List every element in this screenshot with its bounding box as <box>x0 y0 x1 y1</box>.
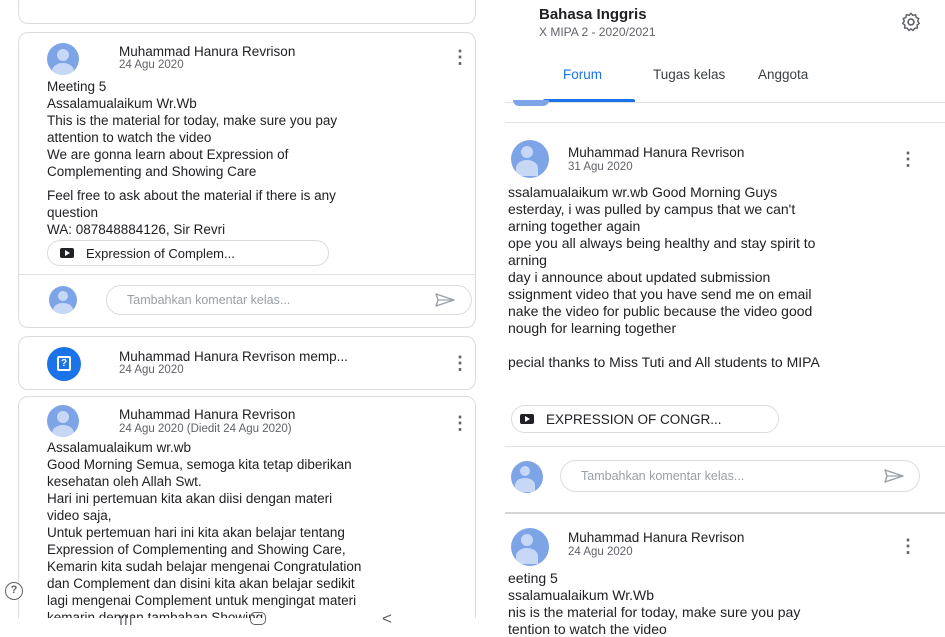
post-text-line: Feel free to ask about the material if t… <box>47 188 336 203</box>
banner-edge <box>513 100 549 106</box>
youtube-icon <box>60 248 74 258</box>
post-text-line: Complementing and Showing Care <box>47 164 257 179</box>
kebab-menu-icon[interactable]: ⋮ <box>451 414 469 432</box>
home-button[interactable] <box>250 612 266 625</box>
post-text-line: Hari ini pertemuan kita akan diisi denga… <box>47 491 333 506</box>
attachment-chip[interactable]: Expression of Complem... <box>47 240 329 266</box>
post-text-line: Untuk pertemuan hari ini kita akan belaj… <box>47 525 345 540</box>
kebab-menu-icon[interactable]: ⋮ <box>899 537 917 555</box>
post-text-line: nake the video for public because the vi… <box>508 303 813 319</box>
post-text-line: arning together again <box>508 218 641 234</box>
post-text-line: WA: 087848884126, Sir Revri <box>47 222 226 237</box>
post-text-line: esterday, i was pulled by campus that we… <box>508 201 796 217</box>
back-button[interactable]: < <box>382 609 392 629</box>
post-text-line: arning <box>508 252 547 268</box>
post-text-line: Assalamualaikum wr.wb <box>47 440 192 455</box>
post-date: 24 Agu 2020 (Diedit 24 Agu 2020) <box>119 423 292 435</box>
send-icon[interactable] <box>884 469 904 483</box>
comment-input[interactable]: Tambahkan komentar kelas... <box>106 285 472 315</box>
comment-placeholder: Tambahkan komentar kelas... <box>581 469 745 483</box>
system-navigation-bar: III < <box>0 609 490 637</box>
settings-icon[interactable] <box>900 11 922 33</box>
post-date: 24 Agu 2020 <box>119 59 184 71</box>
avatar <box>49 286 77 314</box>
comment-placeholder: Tambahkan komentar kelas... <box>127 293 291 307</box>
post-author: Muhammad Hanura Revrison <box>568 145 745 160</box>
post-author: Muhammad Hanura Revrison <box>568 530 745 545</box>
attachment-label: Expression of Complem... <box>86 245 235 261</box>
comment-input[interactable]: Tambahkan komentar kelas... <box>560 460 920 492</box>
post-text-line: dan Complement dan disini kita akan bela… <box>47 576 355 591</box>
divider <box>505 446 945 447</box>
left-screenshot: Muhammad Hanura Revrison 24 Agu 2020 ⋮ M… <box>0 0 490 637</box>
post-text-line: nis is the material for today, make sure… <box>508 604 801 620</box>
post-text-line: ssignment video that you have send me on… <box>508 286 812 302</box>
attachment-label: EXPRESSION OF CONGR... <box>546 411 722 427</box>
avatar <box>47 43 79 75</box>
avatar <box>511 528 549 566</box>
post-text-line: This is the material for today, make sur… <box>47 113 338 128</box>
avatar <box>47 405 79 437</box>
avatar <box>511 140 549 178</box>
post-author: Muhammad Hanura Revrison memp... <box>119 349 348 364</box>
youtube-icon <box>520 414 534 424</box>
post-text-line: Meeting 5 <box>47 79 107 94</box>
post-date: 24 Agu 2020 <box>119 364 184 376</box>
post-author: Muhammad Hanura Revrison <box>119 407 296 422</box>
divider <box>505 122 945 123</box>
right-screenshot: Bahasa Inggris X MIPA 2 - 2020/2021 Foru… <box>505 0 945 637</box>
tabs-divider <box>505 102 945 103</box>
kebab-menu-icon[interactable]: ⋮ <box>451 354 469 372</box>
avatar <box>511 461 543 493</box>
post-text-line: eeting 5 <box>508 570 558 586</box>
post-text-line: video saja, <box>47 508 112 523</box>
class-section: X MIPA 2 - 2020/2021 <box>539 25 656 39</box>
post-text-line: We are gonna learn about Expression of <box>47 147 289 162</box>
divider <box>19 274 475 275</box>
post-text-line: ssalamualaikum Wr.Wb <box>508 587 655 603</box>
post-text-line: lagi mengenai Complement untuk mengingat… <box>47 593 357 608</box>
assignment-card[interactable]: ? Muhammad Hanura Revrison memp... 24 Ag… <box>18 336 476 390</box>
tab-forum[interactable]: Forum <box>563 67 602 82</box>
post-text-line: Expression of Complementing and Showing … <box>47 542 346 557</box>
post-text-line: kemarin dengan tambahan Showing <box>47 610 264 618</box>
post-text-line: ope you all always being healthy and sta… <box>508 235 816 251</box>
kebab-menu-icon[interactable]: ⋮ <box>899 150 917 168</box>
send-icon[interactable] <box>435 293 455 307</box>
help-icon[interactable]: ? <box>5 582 23 600</box>
post-text-line: tention to watch the video <box>508 621 667 637</box>
post-text-line: nough for learning together <box>508 320 677 336</box>
recents-button[interactable]: III <box>119 612 134 628</box>
post-text-line: pecial thanks to Miss Tuti and All stude… <box>508 354 820 370</box>
divider <box>505 512 945 514</box>
post-text-line: Good Morning Semua, semoga kita tetap di… <box>47 457 352 472</box>
class-title: Bahasa Inggris <box>539 6 647 23</box>
tab-tugas-kelas[interactable]: Tugas kelas <box>653 67 725 82</box>
kebab-menu-icon[interactable]: ⋮ <box>451 48 469 66</box>
post-author: Muhammad Hanura Revrison <box>119 44 296 59</box>
post-text-line: attention to watch the video <box>47 130 212 145</box>
post-text-line: ssalamualaikum wr.wb Good Morning Guys <box>508 184 778 200</box>
post-text-line: question <box>47 205 99 220</box>
tab-anggota[interactable]: Anggota <box>758 67 808 82</box>
post-text-line: Kemarin kita sudah belajar mengenai Cong… <box>47 559 362 574</box>
post-text-line: Assalamualaikum Wr.Wb <box>47 96 197 111</box>
assignment-icon: ? <box>47 347 81 381</box>
post-text-line: day i announce about updated submission <box>508 269 771 285</box>
attachment-chip[interactable]: EXPRESSION OF CONGR... <box>511 405 779 433</box>
post-text-line: kesehatan oleh Allah Swt. <box>47 474 202 489</box>
post-date: 24 Agu 2020 <box>568 546 633 558</box>
post-date: 31 Agu 2020 <box>568 161 633 173</box>
previous-post-card <box>18 0 476 24</box>
